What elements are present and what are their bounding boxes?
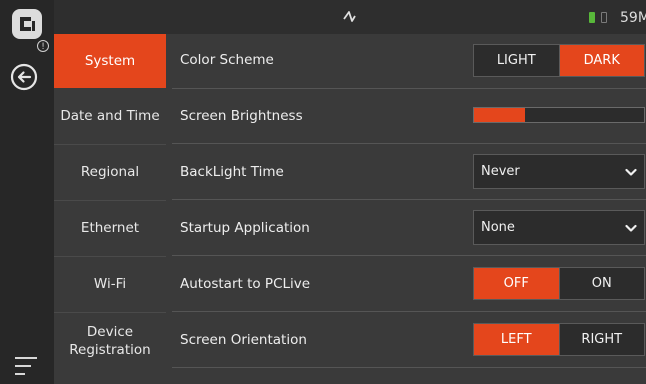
backlight-time-label: BackLight Time bbox=[180, 164, 284, 180]
sidebar-item-regional[interactable]: Regional bbox=[54, 145, 166, 199]
battery-empty-icon bbox=[601, 12, 607, 23]
info-icon[interactable]: ! bbox=[37, 40, 49, 52]
orientation-right-option[interactable]: RIGHT bbox=[558, 324, 644, 355]
row-divider bbox=[172, 367, 646, 368]
chevron-down-icon bbox=[625, 224, 637, 232]
autostart-off-option[interactable]: OFF bbox=[474, 268, 559, 299]
screen-brightness-label: Screen Brightness bbox=[180, 108, 303, 124]
chevron-down-icon bbox=[625, 168, 637, 176]
sidebar-item-label: Ethernet bbox=[80, 220, 140, 236]
color-scheme-light-option[interactable]: LIGHT bbox=[474, 45, 559, 76]
screen-orientation-toggle: LEFT RIGHT bbox=[473, 323, 645, 356]
left-rail: ! bbox=[0, 0, 54, 384]
row-divider bbox=[172, 311, 646, 312]
color-scheme-toggle: LIGHT DARK bbox=[473, 44, 645, 77]
autostart-on-option[interactable]: ON bbox=[558, 268, 644, 299]
sidebar-item-date-and-time[interactable]: Date and Time bbox=[54, 89, 166, 143]
backlight-time-value: Never bbox=[481, 164, 520, 179]
sidebar-item-label: System bbox=[84, 53, 136, 69]
sidebar-item-system[interactable]: System bbox=[54, 34, 166, 88]
backlight-time-select[interactable]: Never bbox=[473, 154, 645, 189]
color-scheme-label: Color Scheme bbox=[180, 52, 274, 68]
autostart-toggle: OFF ON bbox=[473, 267, 645, 300]
sidebar-item-label: Device Registration bbox=[69, 324, 151, 358]
row-divider bbox=[172, 143, 646, 144]
screen-brightness-slider[interactable] bbox=[473, 107, 645, 123]
sidebar-item-wi-fi[interactable]: Wi-Fi bbox=[54, 257, 166, 311]
settings-screen: ! 59M System Date and Time Regional Ethe… bbox=[0, 0, 646, 384]
screen-brightness-fill bbox=[474, 108, 525, 122]
row-divider bbox=[172, 88, 646, 89]
status-bar: 59M bbox=[54, 0, 646, 34]
battery-icon bbox=[589, 12, 595, 23]
sidebar-item-label: Date and Time bbox=[60, 108, 160, 124]
status-time: 59M bbox=[620, 10, 646, 26]
startup-application-select[interactable]: None bbox=[473, 210, 645, 245]
back-arrow-icon[interactable] bbox=[9, 62, 39, 92]
row-divider bbox=[172, 255, 646, 256]
sidebar-item-label: Wi-Fi bbox=[93, 276, 127, 292]
app-logo-icon[interactable] bbox=[11, 8, 43, 40]
screen-orientation-label: Screen Orientation bbox=[180, 332, 307, 348]
row-divider bbox=[172, 199, 646, 200]
sidebar-item-device-registration[interactable]: Device Registration bbox=[54, 313, 166, 369]
startup-application-value: None bbox=[481, 220, 515, 235]
sidebar-item-label: Regional bbox=[80, 164, 140, 180]
menu-icon[interactable] bbox=[14, 355, 38, 377]
signal-icon bbox=[343, 11, 356, 22]
orientation-left-option[interactable]: LEFT bbox=[474, 324, 559, 355]
sidebar-item-ethernet[interactable]: Ethernet bbox=[54, 201, 166, 255]
color-scheme-dark-option[interactable]: DARK bbox=[558, 45, 644, 76]
startup-application-label: Startup Application bbox=[180, 220, 310, 236]
autostart-label: Autostart to PCLive bbox=[180, 276, 311, 292]
